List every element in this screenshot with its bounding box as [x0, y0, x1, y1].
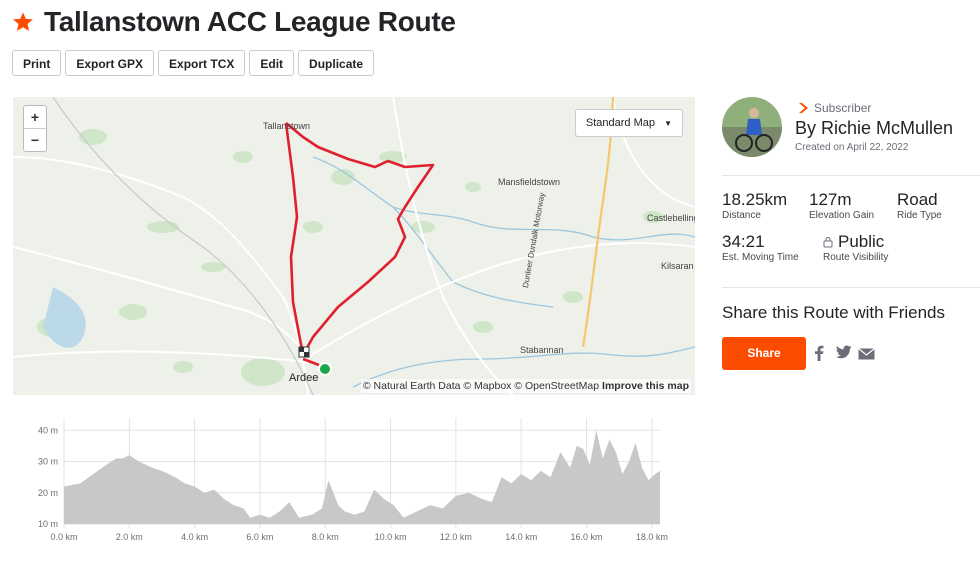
share-heading: Share this Route with Friends	[722, 303, 945, 322]
stat-distance-value: 18.25km	[722, 190, 788, 209]
route-map[interactable]: Tallanstown Mansfieldstown Castlebelling…	[13, 97, 695, 395]
improve-map-link[interactable]: Improve this map	[602, 380, 689, 392]
subscriber-badge: Subscriber	[798, 101, 871, 115]
elevation-x-tick-label: 8.0 km	[312, 532, 339, 542]
elevation-chart[interactable]: 40 m 30 m 20 m 10 m 0.0 km 2.0 km 4.0 km 6.0 k…	[0, 410, 680, 556]
athlete-name[interactable]: By Richie McMullen	[795, 118, 953, 139]
edit-button[interactable]: Edit	[249, 50, 295, 76]
elevation-profile[interactable]: 40 m 30 m 20 m 10 m 0.0 km 2.0 km 4.0 km 6.0 k…	[0, 410, 680, 556]
twitter-icon[interactable]	[836, 345, 852, 359]
export-tcx-button[interactable]: Export TCX	[158, 50, 246, 76]
elevation-x-tick-label: 18.0 km	[636, 532, 668, 542]
stat-ride-type-value: Road	[897, 190, 938, 209]
map-style-select[interactable]: Standard Map ▼	[574, 109, 683, 137]
zoom-controls: + −	[23, 105, 47, 152]
town-ardee: Ardee	[289, 372, 319, 384]
elevation-x-tick-label: 2.0 km	[116, 532, 143, 542]
stat-visibility-label: Route Visibility	[823, 252, 889, 263]
elevation-x-tick-label: 14.0 km	[505, 532, 537, 542]
divider	[722, 287, 980, 288]
map-attribution: © Natural Earth Data © Mapbox © OpenStre…	[360, 379, 691, 393]
stat-moving-time-value: 34:21	[722, 232, 765, 251]
stat-ride-type: Road Ride Type	[897, 190, 942, 221]
export-gpx-button[interactable]: Export GPX	[65, 50, 155, 76]
start-marker-icon	[318, 362, 332, 376]
elevation-x-tick-label: 10.0 km	[375, 532, 407, 542]
elevation-x-tick-label: 16.0 km	[571, 532, 603, 542]
elevation-y-axis: 40 m 30 m 20 m 10 m	[38, 425, 58, 529]
duplicate-button[interactable]: Duplicate	[298, 50, 375, 76]
stat-elevation-value: 127m	[809, 190, 852, 209]
route-title: Tallanstown ACC League Route	[44, 6, 456, 37]
elevation-y-tick-label: 40 m	[38, 425, 58, 435]
avatar-image	[722, 97, 782, 157]
elevation-x-tick-label: 4.0 km	[181, 532, 208, 542]
subscriber-chevron-icon	[799, 103, 808, 113]
elevation-x-tick-label: 6.0 km	[246, 532, 273, 542]
stat-distance-label: Distance	[722, 210, 761, 221]
stat-elevation-label: Elevation Gain	[809, 210, 875, 221]
elevation-y-tick-label: 30 m	[38, 457, 58, 467]
town-mansfieldstown: Mansfieldstown	[498, 177, 561, 187]
town-tallanstown: Tallanstown	[263, 121, 311, 131]
town-kilsaran: Kilsaran	[661, 261, 694, 271]
town-castlebellingham: Castlebellingh	[647, 213, 695, 223]
route-toolbar: Print Export GPX Export TCX Edit Duplica…	[12, 50, 375, 76]
created-date: Created on April 22, 2022	[795, 142, 909, 153]
attribution-text: © Natural Earth Data © Mapbox © OpenStre…	[362, 380, 600, 392]
stat-moving-time: 34:21 Est. Moving Time	[722, 232, 799, 263]
title-row: Tallanstown ACC League Route	[12, 6, 456, 38]
elevation-x-tick-label: 0.0 km	[50, 532, 77, 542]
town-stabannan: Stabannan	[520, 345, 564, 355]
athlete-avatar[interactable]	[722, 97, 782, 157]
caret-down-icon: ▼	[664, 119, 672, 128]
star-icon[interactable]	[12, 11, 34, 33]
stat-visibility-value-row: Public	[823, 232, 888, 252]
elevation-y-tick-label: 20 m	[38, 488, 58, 498]
stat-distance: 18.25km Distance	[722, 190, 787, 221]
elevation-area	[64, 430, 660, 524]
elevation-y-tick-label: 10 m	[38, 519, 58, 529]
elevation-x-tick-label: 12.0 km	[440, 532, 472, 542]
share-button[interactable]: Share	[722, 337, 806, 370]
email-icon[interactable]	[858, 348, 875, 360]
stat-ride-type-label: Ride Type	[897, 210, 942, 221]
finish-flag-icon	[298, 346, 310, 358]
subscriber-label: Subscriber	[814, 101, 872, 115]
stat-elevation: 127m Elevation Gain	[809, 190, 874, 221]
map-canvas[interactable]	[13, 97, 695, 395]
map-style-label: Standard Map	[585, 117, 656, 129]
stat-visibility-value: Public	[838, 232, 885, 251]
stat-moving-time-label: Est. Moving Time	[722, 252, 799, 263]
elevation-x-axis: 0.0 km 2.0 km 4.0 km 6.0 km 8.0 km 10.0 km 12.…	[50, 532, 667, 542]
zoom-in-button[interactable]: +	[24, 106, 46, 129]
stat-visibility: Public Route Visibility	[823, 232, 888, 263]
zoom-out-button[interactable]: −	[24, 129, 46, 151]
print-button[interactable]: Print	[12, 50, 62, 76]
divider	[722, 175, 980, 176]
lock-icon	[823, 237, 833, 248]
facebook-icon[interactable]	[814, 345, 824, 361]
